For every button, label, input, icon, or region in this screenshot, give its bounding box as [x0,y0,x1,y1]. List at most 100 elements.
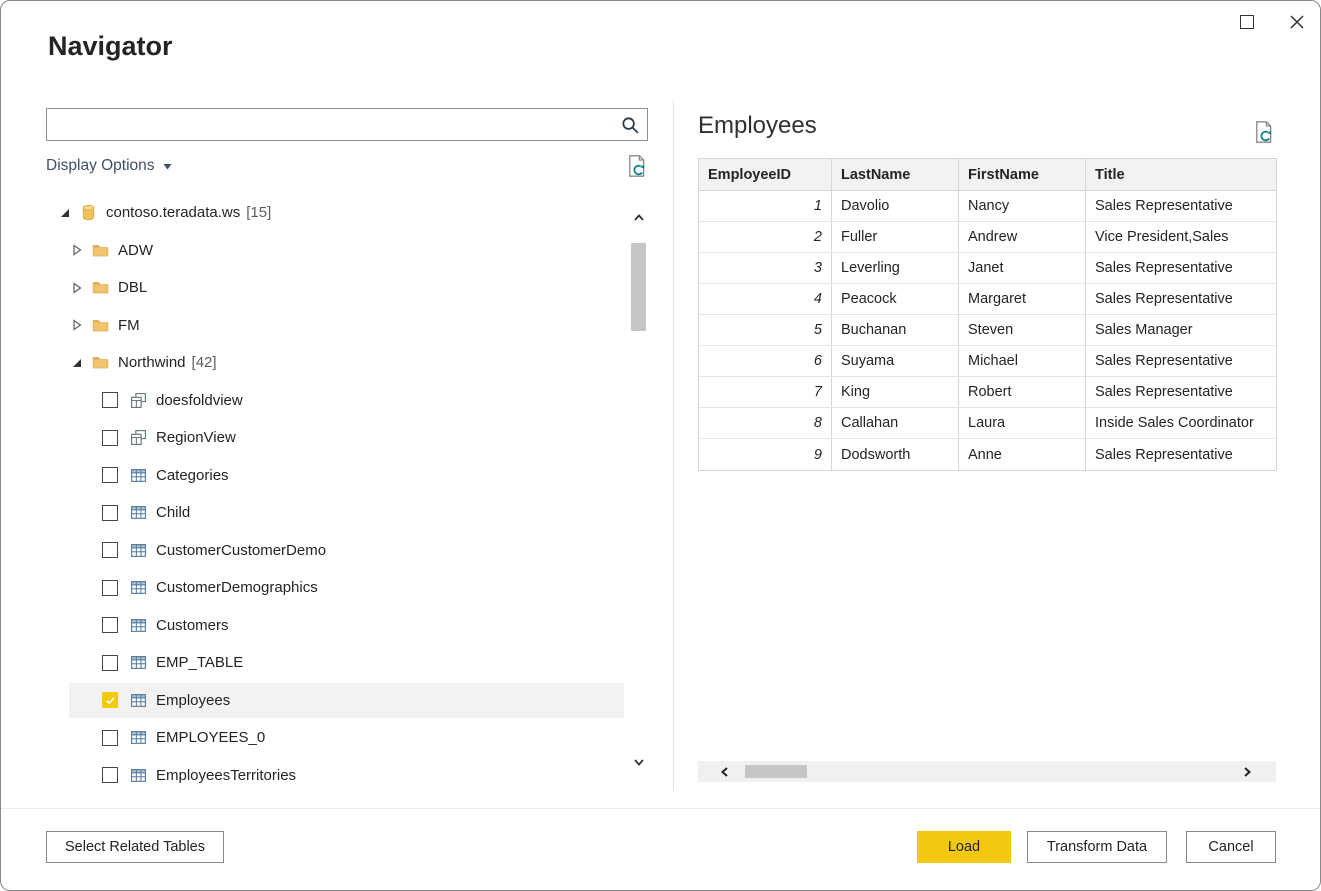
cell-first-name: Janet [959,253,1086,283]
tree-item-northwind[interactable]: Northwind [42] [46,344,627,382]
checkbox[interactable] [102,504,118,521]
expand-triangle-icon[interactable] [70,281,84,295]
checkbox[interactable] [102,617,118,634]
table-icon [130,617,147,634]
refresh-icon[interactable] [1252,120,1276,144]
vertical-scrollbar[interactable] [628,207,649,773]
footer-divider [1,808,1320,809]
view-icon [130,392,147,409]
cell-first-name: Nancy [959,191,1086,221]
tree-item-contoso-teradata-ws[interactable]: contoso.teradata.ws [15] [46,194,627,232]
tree-item-dbl[interactable]: DBL [46,269,627,307]
cell-first-name: Anne [959,439,1086,470]
cell-title: Sales Representative [1095,198,1233,214]
checkbox[interactable] [102,542,118,559]
tree-item-doesfoldview[interactable]: doesfoldview [46,382,627,420]
tree-item-label: ADW [118,241,153,259]
folder-icon [92,242,109,259]
checkbox[interactable] [102,767,118,784]
collapse-triangle-icon[interactable] [58,206,72,220]
table-icon [130,767,147,784]
maximize-button[interactable] [1240,15,1254,29]
select-related-tables-button[interactable]: Select Related Tables [46,831,224,863]
tree-item-fm[interactable]: FM [46,307,627,345]
column-header-last-name: LastName [832,159,959,190]
tree-item-child[interactable]: Child [46,494,627,532]
cell-last-name: Dodsworth [832,439,959,470]
cell-first-name: Steven [959,315,1086,345]
cell-employee-id: 6 [699,346,832,376]
tree-item-customers[interactable]: Customers [46,607,627,645]
tree-item-customerdemographics[interactable]: CustomerDemographics [46,569,627,607]
collapse-triangle-icon[interactable] [70,356,84,370]
checkbox[interactable] [102,579,118,596]
scroll-down-icon[interactable] [632,755,646,769]
cell-last-name: Peacock [832,284,959,314]
cancel-button[interactable]: Cancel [1186,831,1276,863]
display-options-dropdown[interactable]: Display Options [46,157,173,175]
checkbox[interactable] [102,467,118,484]
tree-item-count: [42] [191,354,217,372]
tree-item-label: Categories [156,466,229,484]
tree-item-label: Child [156,504,191,522]
horizontal-scrollbar[interactable] [698,761,1276,782]
tree-item-label: CustomerDemographics [156,579,318,597]
scroll-left-icon[interactable] [718,765,732,779]
close-icon[interactable] [1287,12,1307,32]
table-icon [130,467,147,484]
tree-item-adw[interactable]: ADW [46,232,627,270]
tree-item-label: Northwind [118,354,186,372]
page-title: Navigator [48,31,173,61]
load-button[interactable]: Load [917,831,1011,863]
tree-item-employees[interactable]: Employees [46,682,627,720]
cell-last-name: Suyama [832,346,959,376]
expand-triangle-icon[interactable] [70,243,84,257]
tree-item-employees-0[interactable]: EMPLOYEES_0 [46,719,627,757]
table-row: 8 Callahan Laura Inside Sales Coordinato… [699,408,1276,439]
cell-title: Sales Representative [1095,446,1233,463]
checkbox[interactable] [102,392,118,409]
refresh-icon[interactable] [625,154,649,178]
search-input[interactable] [47,109,647,140]
expand-triangle-icon[interactable] [70,318,84,332]
table-row: 9 Dodsworth Anne Sales Representative [699,439,1276,470]
panel-divider [673,101,674,791]
cell-title: Sales Manager [1095,322,1193,338]
checkbox[interactable] [102,654,118,671]
tree-item-employeesterritories[interactable]: EmployeesTerritories [46,757,627,794]
checkbox[interactable] [102,729,118,746]
checkmark-icon [105,697,115,705]
tree-item-regionview[interactable]: RegionView [46,419,627,457]
search-icon[interactable] [621,116,640,135]
tree-item-label: DBL [118,279,148,297]
tree-item-label: doesfoldview [156,391,243,409]
scrollbar-thumb[interactable] [745,765,807,778]
checkbox[interactable] [102,429,118,446]
table-row: 5 Buchanan Steven Sales Manager [699,315,1276,346]
folder-icon [92,354,109,371]
cell-last-name: Callahan [832,408,959,438]
cell-last-name: Leverling [832,253,959,283]
folder-icon [92,317,109,334]
scrollbar-thumb[interactable] [631,243,646,331]
tree-item-emp-table[interactable]: EMP_TABLE [46,644,627,682]
table-row: 4 Peacock Margaret Sales Representative [699,284,1276,315]
tree-item-customercustomerdemo[interactable]: CustomerCustomerDemo [46,532,627,570]
table-icon [130,504,147,521]
view-icon [130,429,147,446]
search-box [46,108,648,141]
cell-employee-id: 4 [699,284,832,314]
checkbox-checked[interactable] [102,692,118,709]
scroll-right-icon[interactable] [1240,765,1254,779]
scroll-up-icon[interactable] [632,211,646,225]
transform-data-button[interactable]: Transform Data [1027,831,1167,863]
tree-item-label: contoso.teradata.ws [106,204,241,222]
table-row: 2 Fuller Andrew Vice President,Sales [699,222,1276,253]
table-icon [130,729,147,746]
tree-item-categories[interactable]: Categories [46,457,627,495]
cell-title: Vice President,Sales [1095,229,1229,245]
folder-icon [92,279,109,296]
table-row: 1 Davolio Nancy Sales Representative [699,191,1276,222]
cell-last-name: Buchanan [832,315,959,345]
table-icon [130,654,147,671]
